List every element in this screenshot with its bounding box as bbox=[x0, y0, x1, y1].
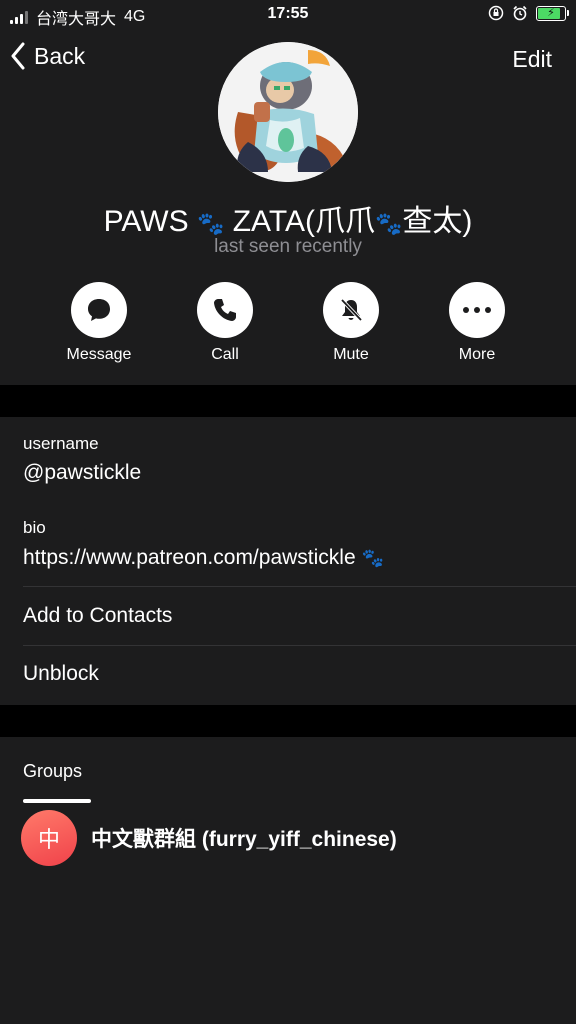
unblock-button[interactable]: Unblock bbox=[23, 662, 99, 686]
divider bbox=[23, 586, 576, 587]
section-separator bbox=[0, 705, 576, 737]
mute-label: Mute bbox=[333, 346, 369, 363]
divider bbox=[23, 645, 576, 646]
name-part-3: 查太) bbox=[402, 205, 473, 238]
bell-slash-icon bbox=[340, 298, 363, 322]
group-list-item[interactable]: 中 中文獸群組 (furry_yiff_chinese) bbox=[21, 810, 397, 866]
groups-tab-indicator bbox=[23, 799, 91, 803]
section-separator bbox=[0, 385, 576, 417]
more-action[interactable]: More bbox=[414, 282, 540, 364]
action-row: Message Call Mute More bbox=[36, 282, 540, 364]
message-icon bbox=[88, 299, 110, 321]
add-to-contacts-button[interactable]: Add to Contacts bbox=[23, 604, 172, 628]
alarm-icon bbox=[513, 5, 527, 21]
call-action[interactable]: Call bbox=[162, 282, 288, 364]
orientation-lock-icon bbox=[488, 5, 504, 21]
mute-button[interactable] bbox=[323, 282, 379, 338]
chevron-left-icon bbox=[11, 42, 25, 70]
call-label: Call bbox=[211, 346, 239, 363]
username-value[interactable]: @pawstickle bbox=[23, 461, 141, 485]
last-seen-status: last seen recently bbox=[214, 236, 362, 257]
avatar-illustration bbox=[218, 42, 358, 182]
bio-value[interactable]: https://www.patreon.com/pawstickle 🐾 bbox=[23, 546, 384, 570]
profile-name: PAWS 🐾 ZATA(爪爪🐾查太) bbox=[0, 196, 576, 240]
back-label: Back bbox=[34, 42, 86, 69]
mute-action[interactable]: Mute bbox=[288, 282, 414, 364]
message-action[interactable]: Message bbox=[36, 282, 162, 364]
status-bar: 台湾大哥大 4G 17:55 ⚡ bbox=[0, 0, 576, 30]
back-button[interactable]: Back bbox=[10, 42, 85, 70]
edit-button[interactable]: Edit bbox=[512, 46, 552, 73]
groups-tab[interactable]: Groups bbox=[23, 761, 82, 782]
paw-icon: 🐾 bbox=[374, 211, 403, 236]
username-label: username bbox=[23, 434, 99, 453]
paw-icon: 🐾 bbox=[196, 211, 225, 236]
bio-link[interactable]: https://www.patreon.com/pawstickle bbox=[23, 546, 356, 569]
paw-icon: 🐾 bbox=[361, 548, 384, 568]
name-part-1: PAWS bbox=[103, 205, 189, 238]
message-label: Message bbox=[66, 346, 132, 363]
phone-icon bbox=[214, 299, 236, 321]
more-label: More bbox=[458, 346, 496, 363]
more-button[interactable] bbox=[449, 282, 505, 338]
battery-icon: ⚡ bbox=[536, 5, 569, 21]
name-part-2: ZATA(爪爪 bbox=[232, 205, 375, 238]
status-right: ⚡ bbox=[488, 5, 569, 21]
group-name: 中文獸群組 (furry_yiff_chinese) bbox=[91, 828, 397, 851]
profile-avatar[interactable] bbox=[218, 42, 358, 182]
message-button[interactable] bbox=[71, 282, 127, 338]
ellipsis-icon bbox=[463, 307, 491, 313]
group-avatar: 中 bbox=[21, 810, 77, 866]
bio-label: bio bbox=[23, 518, 46, 537]
call-button[interactable] bbox=[197, 282, 253, 338]
